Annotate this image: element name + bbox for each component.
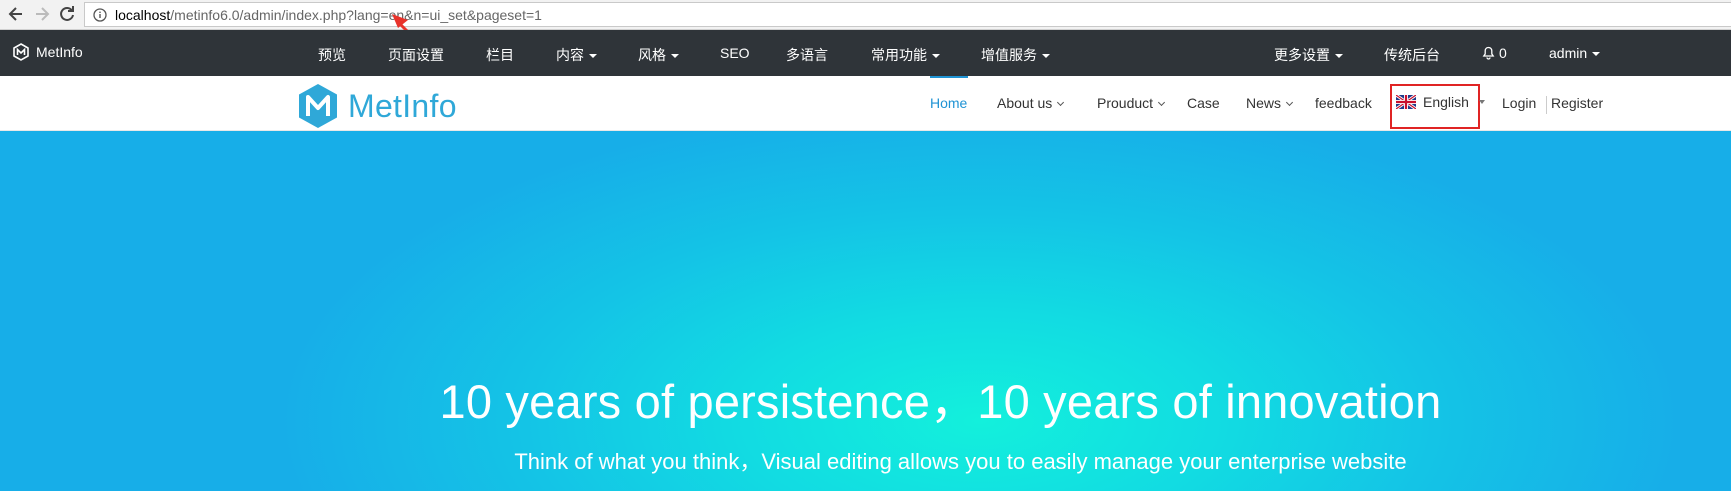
register-label: Register (1551, 95, 1604, 111)
menu-columns[interactable]: 栏目 (486, 45, 514, 65)
forward-arrow-icon[interactable] (32, 4, 52, 24)
menu-label: 常用功能 (871, 47, 927, 63)
caret-down-icon (1592, 52, 1601, 57)
site-header: MetInfo Home About us Prouduct Case News… (0, 76, 1731, 131)
nav-label: Home (930, 95, 968, 111)
menu-label: 更多设置 (1274, 47, 1330, 63)
caret-down-icon (589, 54, 597, 59)
url-host: localhost (115, 6, 171, 23)
admin-brand[interactable]: MetInfo (12, 43, 83, 61)
nav-news[interactable]: News (1246, 95, 1294, 111)
menu-label: 内容 (556, 47, 584, 63)
menu-multilingual[interactable]: 多语言 (786, 45, 828, 65)
nav-case[interactable]: Case (1187, 95, 1220, 111)
nav-about-us[interactable]: About us (997, 95, 1065, 111)
nav-feedback[interactable]: feedback (1315, 95, 1372, 111)
active-indicator (930, 76, 968, 78)
menu-label: 预览 (318, 47, 346, 63)
menu-label: 栏目 (486, 47, 514, 63)
menu-label: 传统后台 (1384, 47, 1440, 63)
site-logo[interactable]: MetInfo (296, 82, 457, 130)
reload-icon[interactable] (57, 4, 77, 24)
caret-down-icon (932, 54, 940, 59)
nav-product[interactable]: Prouduct (1097, 95, 1166, 111)
login-link[interactable]: Login (1502, 95, 1536, 111)
nav-label: feedback (1315, 95, 1372, 111)
metinfo-hexagon-logo-icon (299, 84, 337, 128)
menu-label: 增值服务 (981, 47, 1037, 63)
menu-label: 风格 (638, 47, 666, 63)
metinfo-logo-icon (13, 43, 29, 61)
menu-common-functions[interactable]: 常用功能 (871, 45, 940, 65)
hero-banner: 10 years of persistence，10 years of inno… (0, 131, 1731, 491)
chevron-down-icon (1057, 98, 1065, 107)
menu-preview[interactable]: 预览 (318, 45, 346, 65)
chevron-down-icon (1158, 98, 1166, 107)
menu-more-settings[interactable]: 更多设置 (1274, 45, 1343, 65)
menu-content[interactable]: 内容 (556, 45, 597, 65)
nav-label: News (1246, 95, 1282, 111)
menu-label: SEO (720, 45, 750, 61)
back-arrow-icon[interactable] (6, 4, 26, 24)
menu-page-settings[interactable]: 页面设置 (388, 45, 444, 65)
menu-classic-backend[interactable]: 传统后台 (1384, 45, 1440, 65)
divider (1546, 96, 1547, 114)
user-menu[interactable]: admin (1549, 45, 1601, 61)
url-path: /metinfo6.0/admin/index.php?lang=en&n=ui… (170, 6, 542, 23)
nav-home[interactable]: Home (930, 95, 967, 111)
hero-subtitle: Think of what you think，Visual editing a… (514, 449, 1407, 474)
menu-style[interactable]: 风格 (638, 45, 679, 65)
language-label: English (1423, 94, 1469, 110)
login-label: Login (1502, 95, 1537, 111)
site-logo-text: MetInfo (348, 87, 457, 124)
nav-label: About us (997, 95, 1053, 111)
caret-down-icon (1042, 54, 1050, 59)
hero-title: 10 years of persistence，10 years of inno… (439, 375, 1442, 428)
admin-brand-label: MetInfo (36, 44, 83, 60)
notification-count: 0 (1499, 45, 1507, 61)
menu-label: 多语言 (786, 47, 828, 63)
register-link[interactable]: Register (1551, 95, 1603, 111)
language-selector[interactable]: English (1396, 94, 1485, 110)
caret-down-icon (671, 54, 679, 59)
uk-flag-icon (1396, 95, 1416, 109)
user-name: admin (1549, 45, 1588, 61)
menu-seo[interactable]: SEO (720, 45, 750, 61)
menu-value-added[interactable]: 增值服务 (981, 45, 1050, 65)
browser-toolbar: localhost/metinfo6.0/admin/index.php?lan… (0, 0, 1731, 30)
caret-down-icon (1478, 100, 1485, 104)
address-bar[interactable]: localhost/metinfo6.0/admin/index.php?lan… (84, 2, 1731, 27)
nav-label: Case (1187, 95, 1220, 111)
caret-down-icon (1335, 54, 1343, 59)
menu-label: 页面设置 (388, 47, 444, 63)
chevron-down-icon (1285, 98, 1294, 107)
nav-label: Prouduct (1097, 95, 1154, 111)
notifications-button[interactable]: 0 (1482, 45, 1507, 61)
bell-icon (1482, 46, 1495, 60)
admin-top-bar: MetInfo 预览 页面设置 栏目 内容 风格 SEO 多语言 常用功能 增值… (0, 30, 1731, 76)
info-icon[interactable] (93, 7, 107, 22)
